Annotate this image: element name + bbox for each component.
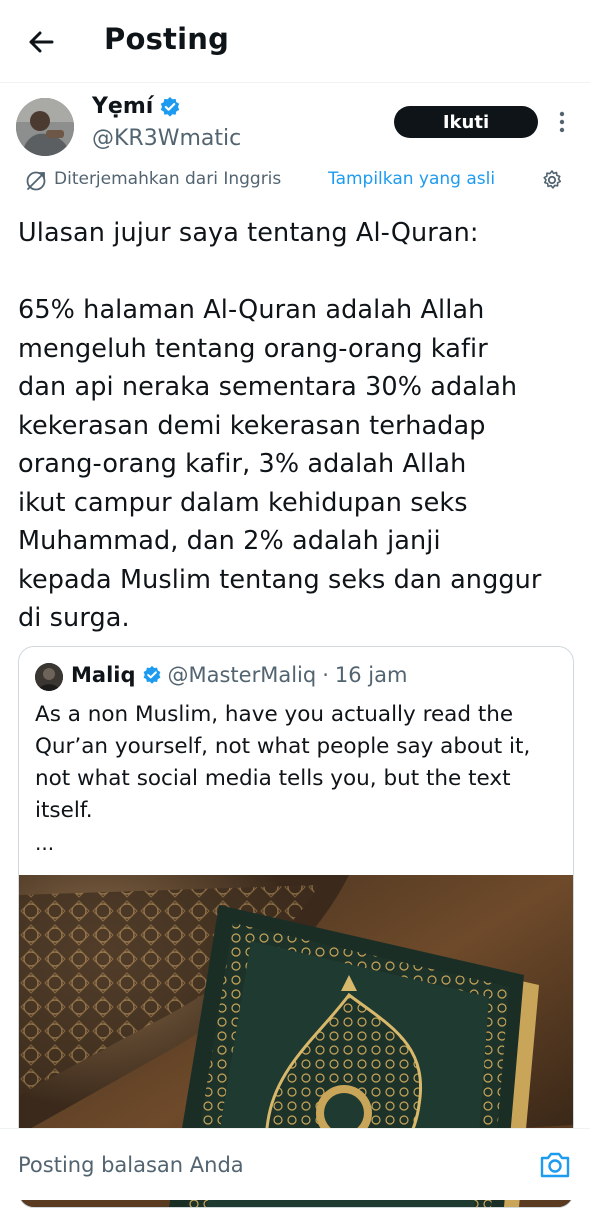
dot-separator: · xyxy=(322,663,329,687)
gear-icon[interactable] xyxy=(540,168,564,192)
author-handle[interactable]: @KR3Wmatic xyxy=(92,126,241,151)
more-options-button[interactable] xyxy=(552,108,572,136)
verified-badge-icon xyxy=(143,665,160,684)
quoted-post-ellipsis: ... xyxy=(35,831,55,855)
quoted-author-name: Maliq xyxy=(71,663,136,687)
translate-icon xyxy=(26,171,46,191)
quoted-avatar-photo xyxy=(35,663,63,691)
top-bar: Posting xyxy=(0,0,590,83)
author-name-row: Yẹmí xyxy=(92,94,181,119)
post-text: Ulasan jujur saya tentang Al-Quran: 65% … xyxy=(18,218,542,633)
author-name[interactable]: Yẹmí xyxy=(92,94,153,119)
back-button[interactable] xyxy=(22,24,62,60)
quoted-post-header: Maliq @MasterMaliq · 16 jam xyxy=(71,663,407,687)
author-avatar[interactable] xyxy=(16,98,74,156)
quoted-post-text: As a non Muslim, have you actually read … xyxy=(35,702,531,823)
more-vertical-icon xyxy=(559,111,565,133)
quoted-post-time: 16 jam xyxy=(334,663,408,687)
show-original-link[interactable]: Tampilkan yang asli xyxy=(328,169,495,189)
quoted-post-card[interactable]: Maliq @MasterMaliq · 16 jam As a non Mus… xyxy=(18,646,574,1208)
reply-bar xyxy=(0,1128,590,1200)
avatar-photo xyxy=(16,98,74,156)
follow-button[interactable]: Ikuti xyxy=(394,106,538,138)
quoted-author-handle: @MasterMaliq xyxy=(167,663,317,687)
camera-icon xyxy=(540,1152,570,1178)
translation-row: Diterjemahkan dari Inggris Tampilkan yan… xyxy=(24,168,574,194)
translation-note: Diterjemahkan dari Inggris xyxy=(54,169,282,189)
arrow-left-icon xyxy=(29,31,54,53)
quoted-author-avatar xyxy=(35,663,63,691)
reply-input[interactable] xyxy=(18,1149,518,1181)
camera-button[interactable] xyxy=(538,1149,572,1181)
verified-badge-icon xyxy=(161,96,180,117)
page-title: Posting xyxy=(104,22,230,56)
